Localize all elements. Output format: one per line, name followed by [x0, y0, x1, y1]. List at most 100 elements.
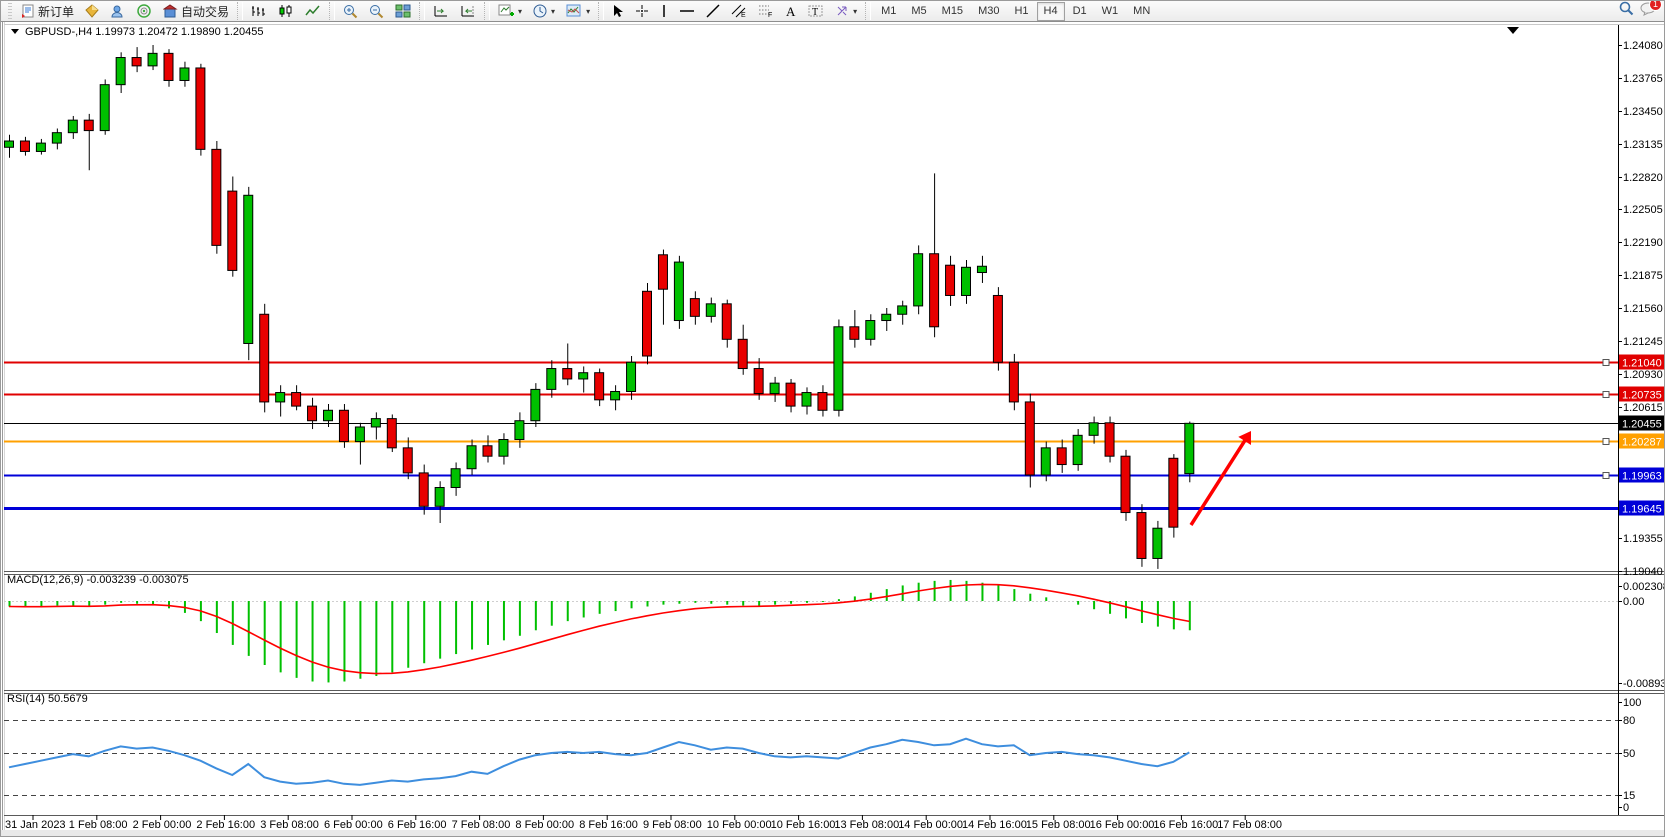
timeframe-h1-button[interactable]: H1: [1007, 2, 1035, 21]
line-handle[interactable]: [1603, 473, 1609, 479]
tile-windows-button[interactable]: [390, 2, 416, 21]
trendline-button[interactable]: [701, 2, 725, 21]
candle-body: [5, 141, 14, 147]
candle-body: [339, 410, 348, 441]
price-axis-label: 1.19040: [1623, 566, 1663, 578]
rsi-axis-label: 80: [1623, 715, 1635, 727]
chevron-down-icon[interactable]: ▾: [853, 7, 857, 16]
timeframe-m15-button[interactable]: M15: [935, 2, 970, 21]
candle-body: [962, 267, 971, 295]
price-axis-label: 1.21245: [1623, 336, 1663, 348]
line-handle[interactable]: [1603, 360, 1609, 366]
text-label-button[interactable]: T: [803, 2, 829, 21]
candle-body: [658, 255, 667, 289]
candle-body: [866, 321, 875, 340]
timeframe-d1-button[interactable]: D1: [1066, 2, 1094, 21]
fibonacci-icon: F: [758, 4, 774, 18]
horizontal-line-button[interactable]: [674, 2, 700, 21]
vertical-line-button[interactable]: [655, 2, 673, 21]
new-order-button[interactable]: 新订单: [16, 2, 79, 21]
cursor-icon: [612, 4, 624, 18]
timeframe-h4-button[interactable]: H4: [1037, 2, 1065, 21]
search-icon[interactable]: [1619, 1, 1634, 21]
market-icon: [85, 4, 100, 18]
chevron-down-icon[interactable]: ▾: [518, 7, 522, 16]
candle-body: [1009, 362, 1018, 402]
text-button[interactable]: A: [780, 2, 802, 21]
chart-shift-icon: [460, 4, 476, 18]
price-axis-label: 1.22190: [1623, 237, 1663, 249]
time-axis-label: 16 Feb 00:00: [1090, 819, 1155, 831]
zoom-out-button[interactable]: [364, 2, 389, 21]
toolbar-grip: [8, 3, 12, 19]
candle-body: [1057, 448, 1066, 465]
candle-body: [419, 473, 428, 506]
equidistant-channel-button[interactable]: E: [726, 2, 752, 21]
fibonacci-button[interactable]: F: [753, 2, 779, 21]
time-axis-label: 10 Feb 16:00: [771, 819, 836, 831]
channel-icon: E: [731, 4, 747, 18]
templates-button[interactable]: ▾: [561, 2, 595, 21]
bar-chart-icon: [251, 4, 267, 18]
market-button[interactable]: [80, 2, 105, 21]
line-handle[interactable]: [1603, 392, 1609, 398]
autotrade-button[interactable]: 自动交易: [158, 2, 234, 21]
chart-shift-button[interactable]: [455, 2, 481, 21]
zoom-in-icon: [343, 4, 358, 19]
time-axis-label: 8 Feb 00:00: [515, 819, 574, 831]
signals-button[interactable]: [132, 2, 157, 21]
community-button[interactable]: [106, 2, 131, 21]
time-axis-label: 14 Feb 16:00: [962, 819, 1027, 831]
candle-body: [196, 68, 205, 149]
timeframe-mn-button[interactable]: MN: [1126, 2, 1157, 21]
cursor-button[interactable]: [607, 2, 629, 21]
crosshair-button[interactable]: [630, 2, 654, 21]
community-icon: [111, 4, 126, 18]
notification-badge: 1: [1649, 0, 1662, 11]
price-badge-label: 1.20455: [1622, 419, 1662, 431]
candle-body: [1105, 423, 1114, 456]
chart-canvas[interactable]: 1.240801.237651.234501.231351.228201.225…: [1, 1, 1665, 837]
indicators-icon: [498, 4, 514, 18]
indicators-button[interactable]: ▾: [493, 2, 527, 21]
candle-body: [706, 304, 715, 317]
notifications-button[interactable]: 1: [1640, 2, 1656, 21]
rsi-axis-label: 50: [1623, 748, 1635, 760]
chevron-down-icon[interactable]: ▾: [551, 7, 555, 16]
candle-body: [499, 440, 508, 457]
price-axis-label: 1.22505: [1623, 204, 1663, 216]
timeframe-w1-button[interactable]: W1: [1095, 2, 1126, 21]
candle-body: [531, 389, 540, 420]
time-axis-label: 7 Feb 08:00: [452, 819, 511, 831]
arrows-button[interactable]: ▾: [830, 2, 862, 21]
candle-body: [164, 53, 173, 80]
price-badge-label: 1.21040: [1622, 358, 1662, 370]
chevron-down-icon[interactable]: ▾: [586, 7, 590, 16]
svg-text:A: A: [786, 4, 796, 18]
line-handle[interactable]: [1603, 439, 1609, 445]
toolbar-separator: [598, 2, 604, 20]
candlestick-button[interactable]: [273, 2, 299, 21]
time-axis-label: 1 Feb 08:00: [69, 819, 128, 831]
toolbar-right: 1: [1619, 1, 1662, 21]
candle-body: [403, 448, 412, 473]
bar-chart-button[interactable]: [246, 2, 272, 21]
auto-scroll-button[interactable]: [428, 2, 454, 21]
candle-body: [547, 369, 556, 390]
periods-button[interactable]: ▾: [528, 2, 560, 21]
timeframe-m5-button[interactable]: M5: [904, 2, 933, 21]
signals-icon: [137, 4, 152, 18]
svg-text:T: T: [812, 7, 818, 18]
toolbar-separator: [865, 2, 871, 20]
candle-body: [308, 406, 317, 421]
timeframe-m1-button[interactable]: M1: [874, 2, 903, 21]
zoom-in-button[interactable]: [338, 2, 363, 21]
candle-body: [946, 265, 955, 295]
candle-body: [930, 254, 939, 327]
chart-symbol-title: GBPUSD-,H4 1.19973 1.20472 1.19890 1.204…: [25, 26, 264, 38]
toolbar-separator: [484, 2, 490, 20]
line-chart-button[interactable]: [300, 2, 326, 21]
timeframe-m30-button[interactable]: M30: [971, 2, 1006, 21]
candle-body: [674, 262, 683, 320]
candle-body: [260, 314, 269, 402]
